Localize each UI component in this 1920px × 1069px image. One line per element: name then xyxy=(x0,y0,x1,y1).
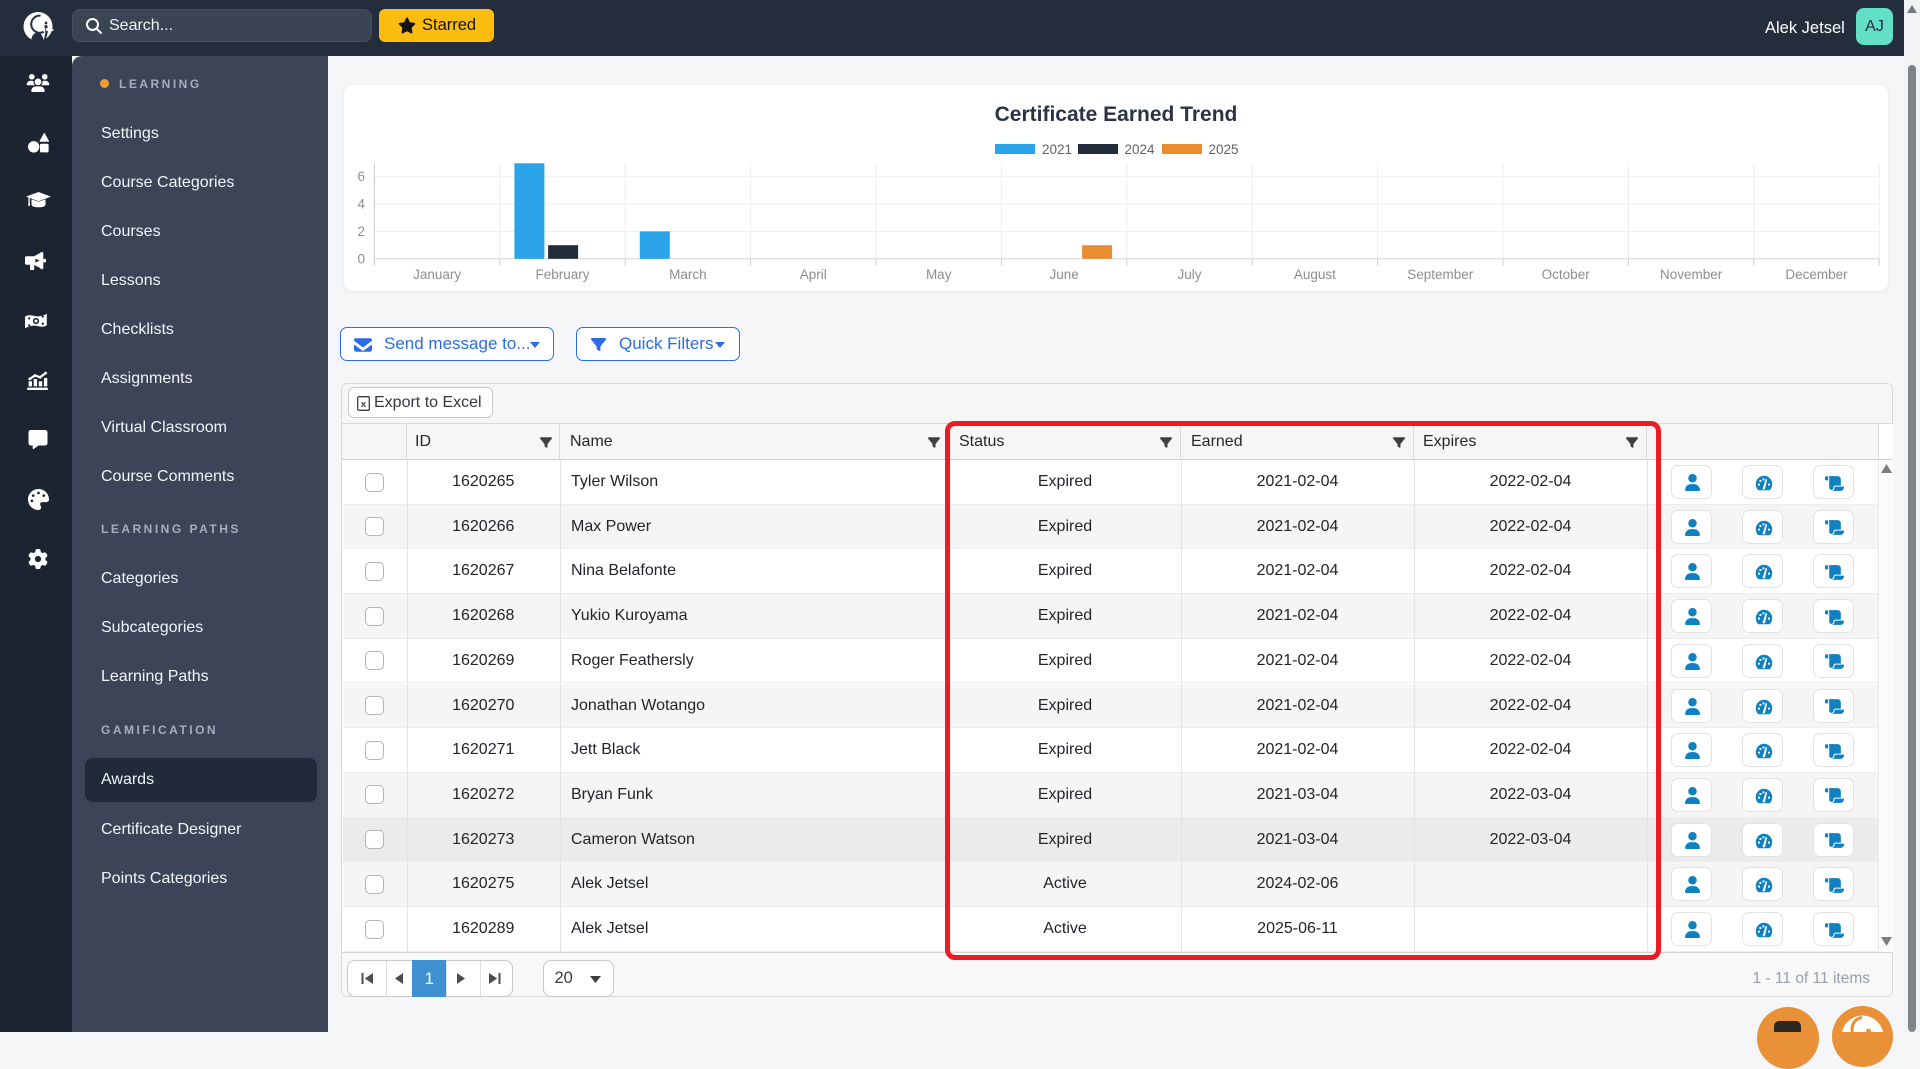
svg-text:2024: 2024 xyxy=(1125,142,1156,157)
svg-text:x: x xyxy=(361,399,367,410)
svg-text:August: August xyxy=(1294,267,1336,282)
svg-text:October: October xyxy=(1542,267,1591,282)
svg-text:January: January xyxy=(413,267,461,282)
svg-text:2: 2 xyxy=(357,224,365,239)
svg-text:0: 0 xyxy=(357,251,365,266)
svg-text:July: July xyxy=(1177,267,1201,282)
svg-text:April: April xyxy=(800,267,827,282)
svg-text:2021: 2021 xyxy=(1042,142,1072,157)
svg-text:6: 6 xyxy=(357,169,365,184)
svg-text:2025: 2025 xyxy=(1209,142,1239,157)
svg-text:June: June xyxy=(1049,267,1078,282)
svg-text:November: November xyxy=(1660,267,1723,282)
svg-text:September: September xyxy=(1407,267,1474,282)
svg-text:May: May xyxy=(926,267,952,282)
svg-text:February: February xyxy=(535,267,589,282)
svg-text:4: 4 xyxy=(357,197,365,212)
svg-text:March: March xyxy=(669,267,707,282)
svg-text:December: December xyxy=(1785,267,1848,282)
